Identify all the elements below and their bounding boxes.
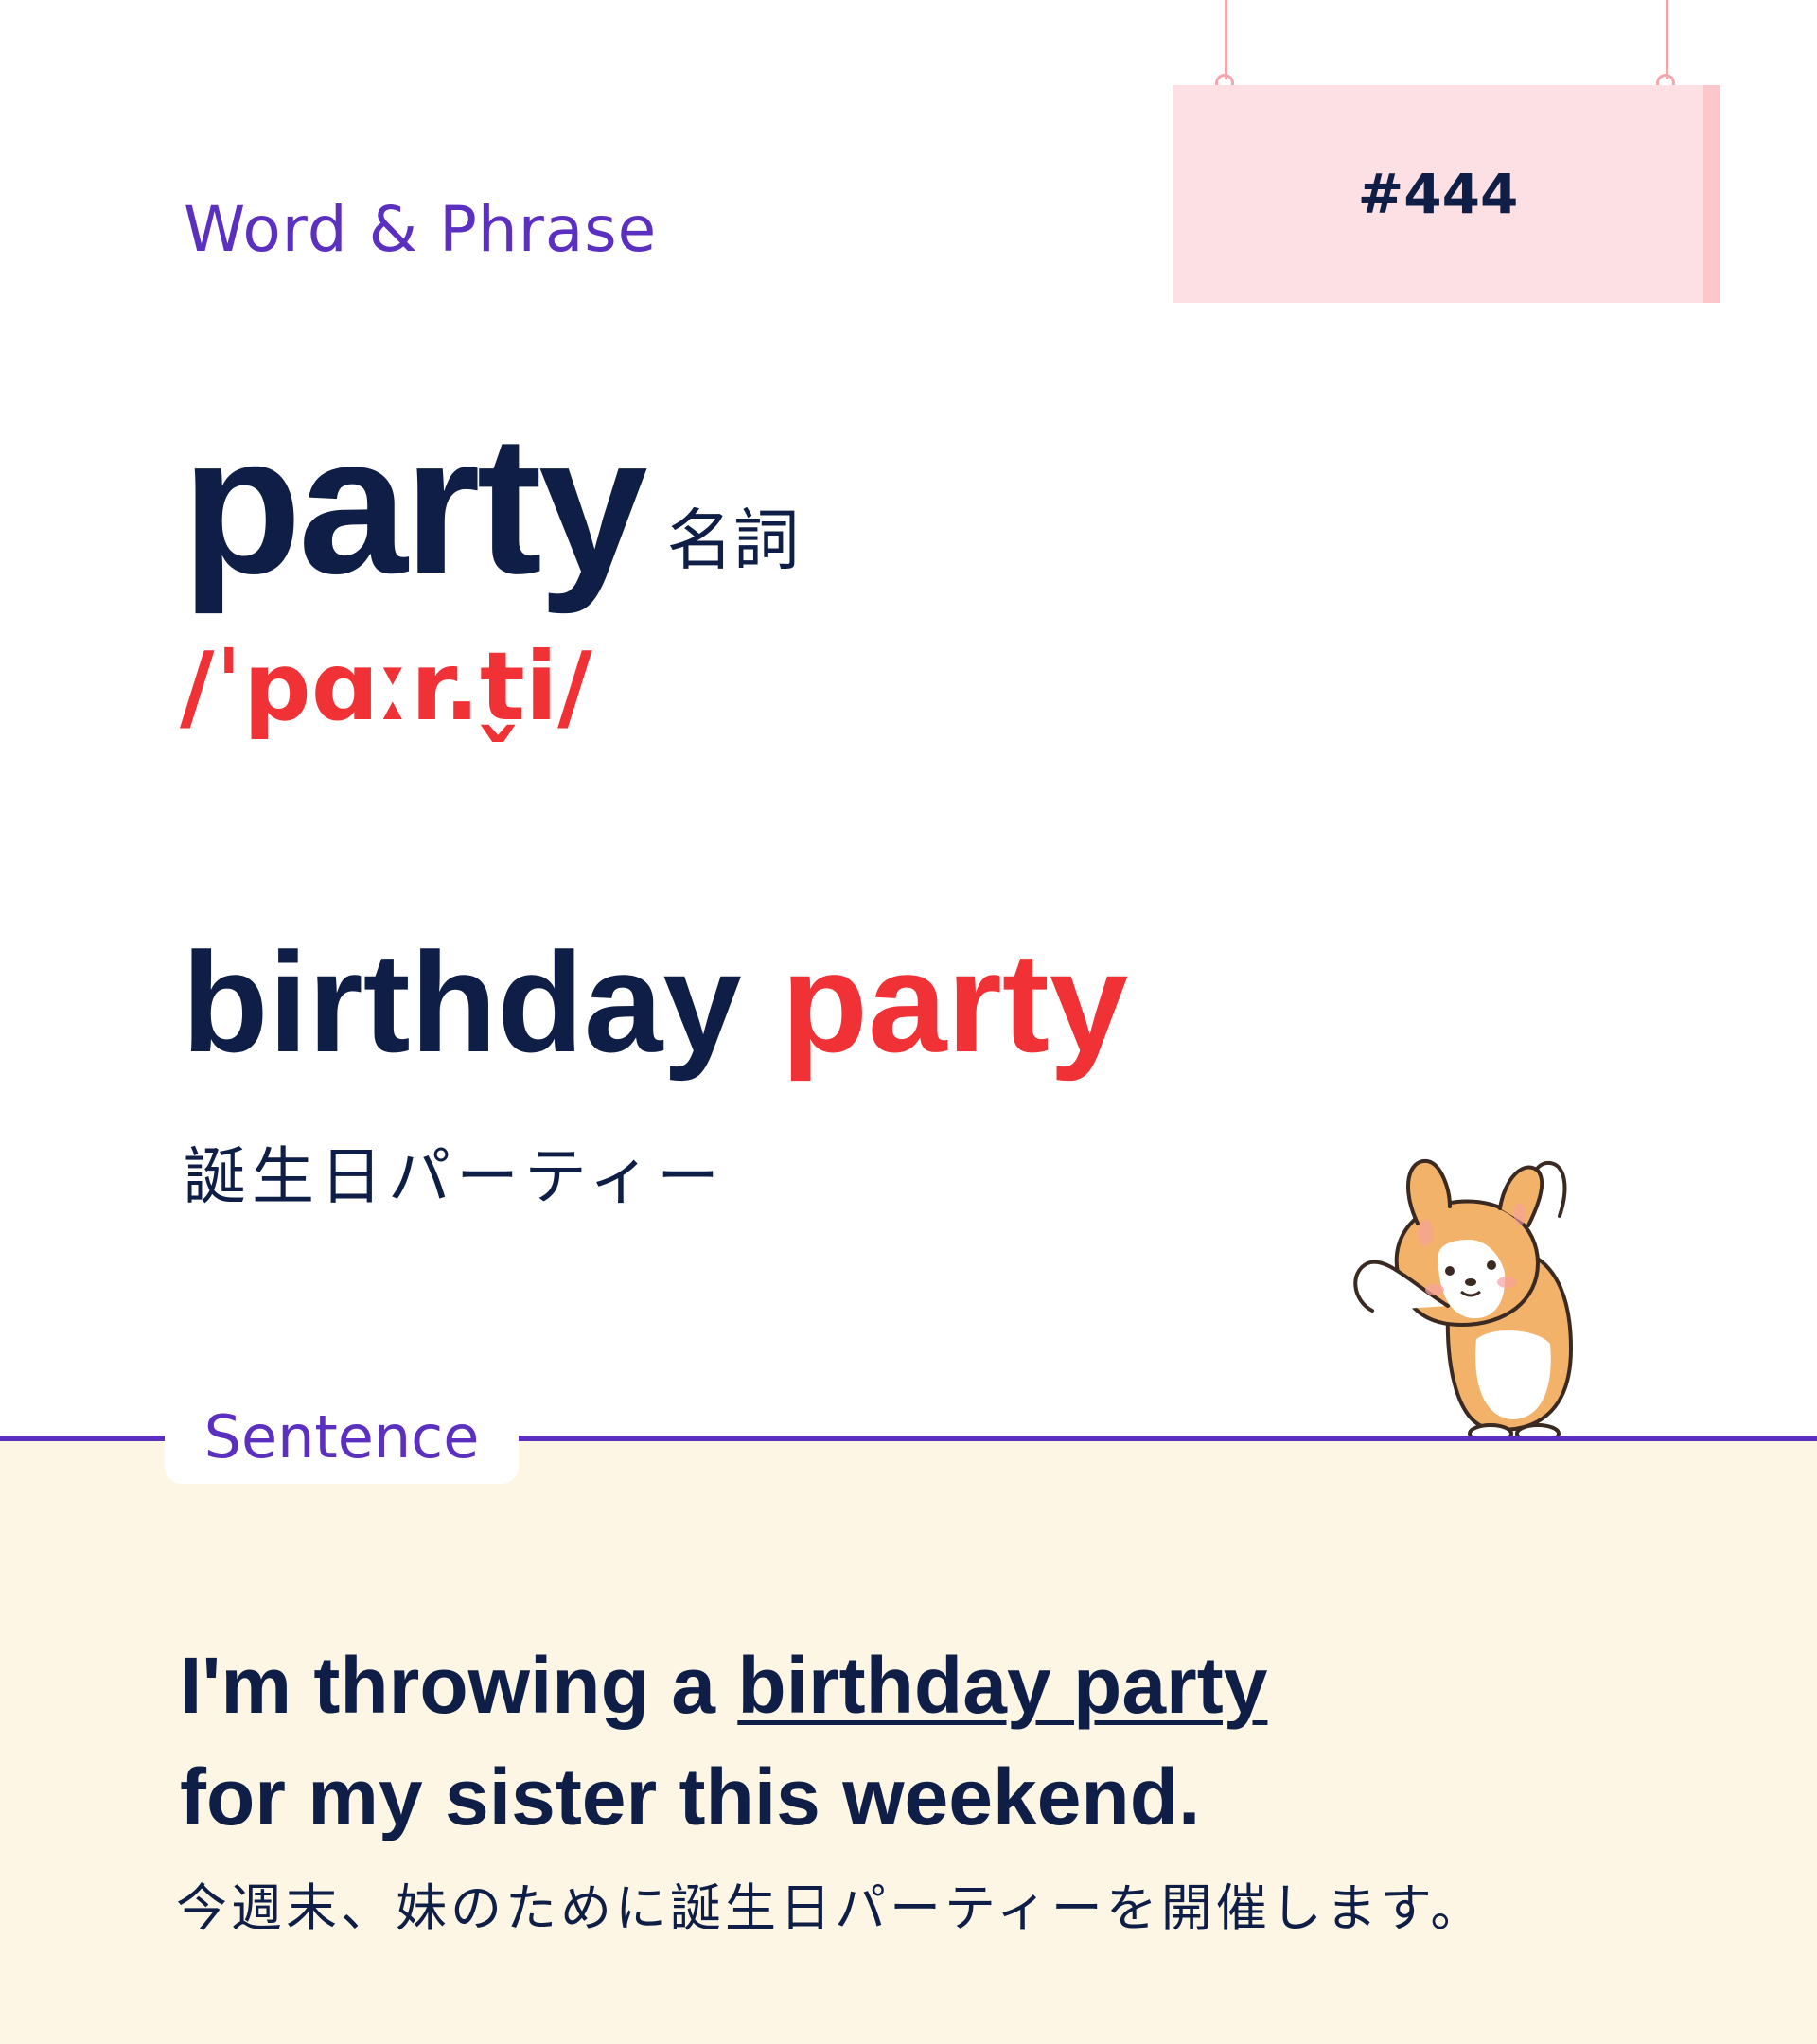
phrase-main: birthday bbox=[182, 923, 742, 1082]
headword-row: party 名詞 bbox=[182, 407, 800, 604]
phrase-translation: 誕生日パーティー bbox=[184, 1140, 726, 1213]
sentence-line-2: for my sister this weekend. bbox=[180, 1753, 1201, 1841]
part-of-speech: 名詞 bbox=[666, 502, 800, 579]
phrase: birthday party bbox=[182, 931, 1128, 1073]
sentence-translation: 今週末、妹のために誕生日パーティーを開催します。 bbox=[176, 1878, 1486, 1938]
word-card: Word & Phrase #444 party 名詞 /ˈpɑːr.t̬i/ … bbox=[0, 0, 1817, 2044]
sentence-line-1-start: I'm throwing a bbox=[180, 1641, 738, 1730]
entry-number: #444 bbox=[1357, 162, 1519, 226]
example-sentence: I'm throwing a birthday party for my sis… bbox=[180, 1630, 1267, 1853]
entry-number-sign: #444 bbox=[1173, 85, 1720, 303]
sign-string-right bbox=[1666, 0, 1668, 79]
pronunciation: /ˈpɑːr.t̬i/ bbox=[180, 631, 592, 742]
phrase-highlight: party bbox=[781, 923, 1129, 1082]
sentence-underlined-phrase: birthday party bbox=[737, 1641, 1268, 1730]
sentence-label-pill: Sentence bbox=[165, 1389, 519, 1484]
headword: party bbox=[182, 396, 648, 615]
sign-edge bbox=[1703, 85, 1720, 303]
sentence-label: Sentence bbox=[203, 1401, 480, 1471]
corgi-dog-icon bbox=[1353, 1158, 1573, 1443]
sign-string-left bbox=[1225, 0, 1227, 79]
section-label: Word & Phrase bbox=[184, 193, 658, 266]
sentence-line-1: I'm throwing a birthday party bbox=[180, 1630, 1267, 1741]
